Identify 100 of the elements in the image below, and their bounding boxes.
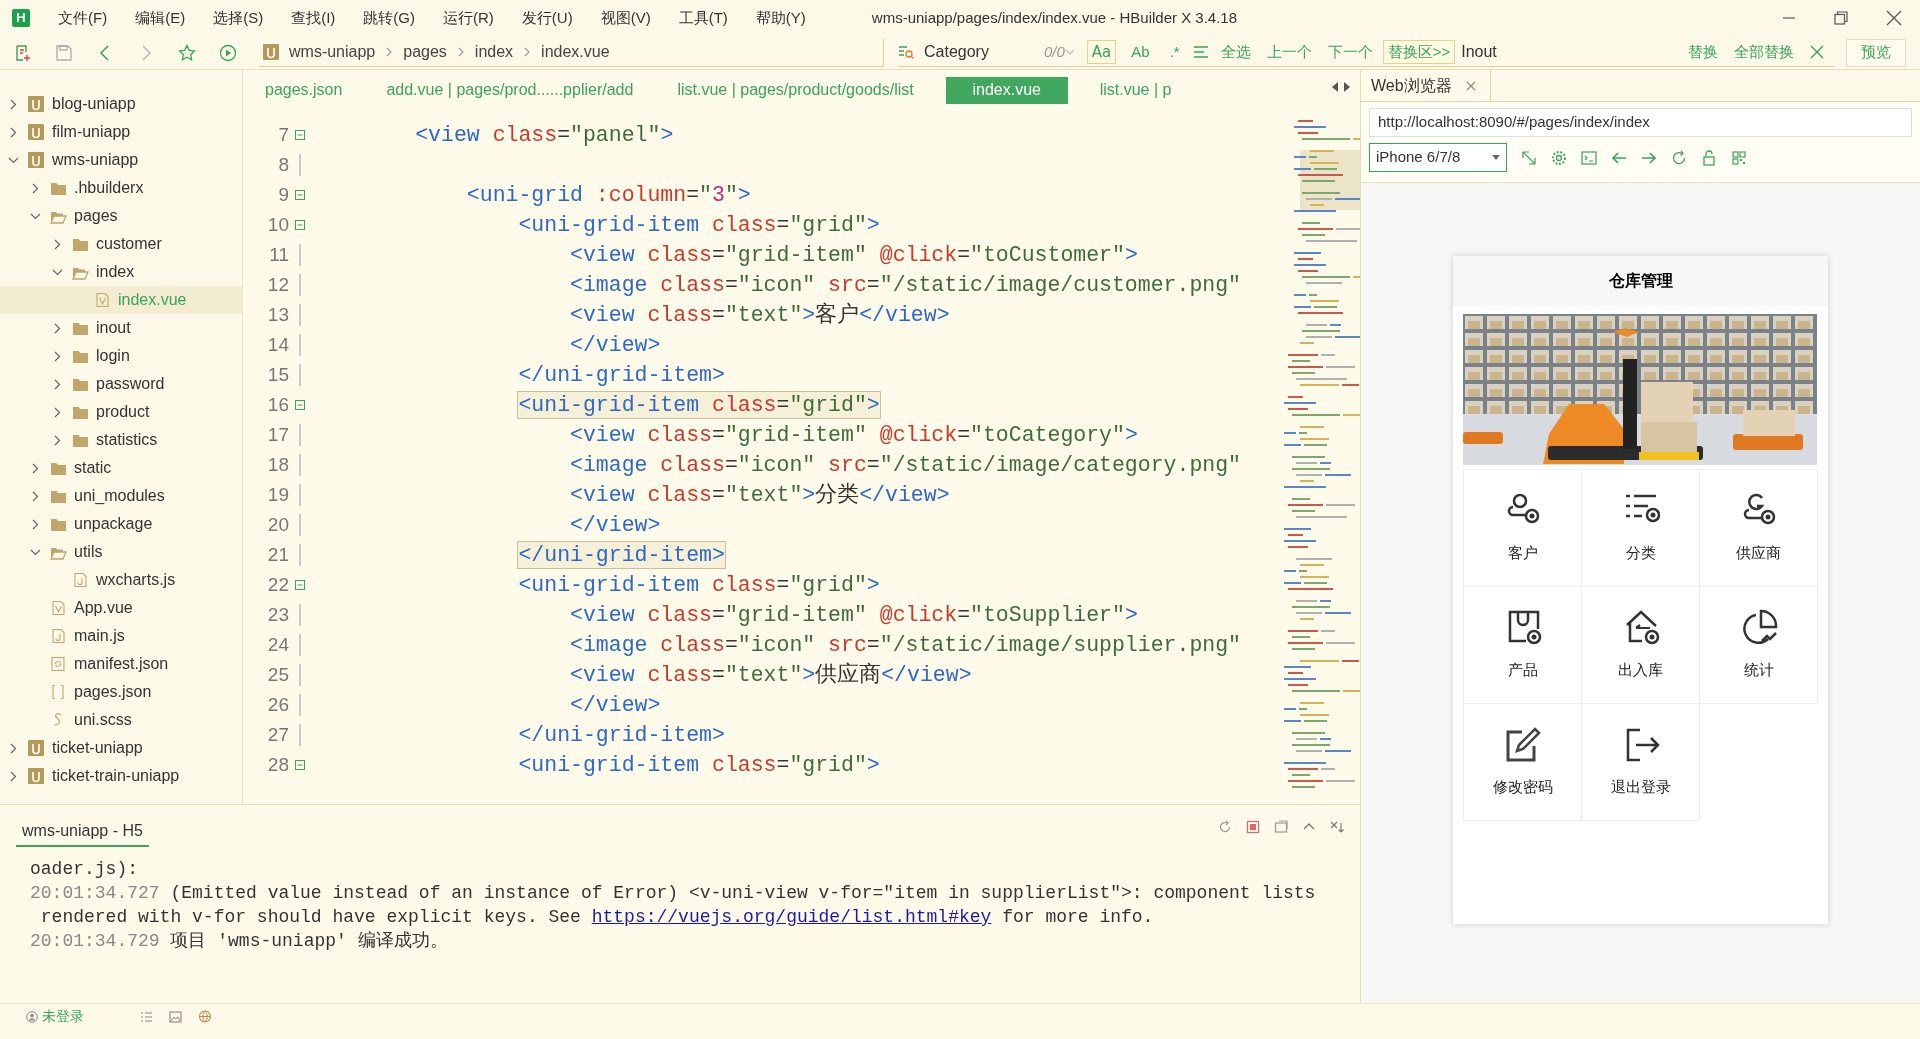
save-icon[interactable] xyxy=(55,43,73,62)
close-panel-icon[interactable] xyxy=(1330,820,1344,834)
tree-item[interactable]: ticket-train-uniapp xyxy=(0,762,242,790)
fold-icon[interactable] xyxy=(295,760,305,770)
menu-item[interactable]: 选择(S) xyxy=(213,6,264,30)
chevron-right-icon[interactable] xyxy=(30,490,41,502)
menu-item[interactable]: 编辑(E) xyxy=(135,6,186,30)
qr-code-icon[interactable] xyxy=(1731,149,1747,166)
tree-item[interactable]: static xyxy=(0,454,242,482)
menu-item[interactable]: 文件(F) xyxy=(58,6,108,30)
clear-icon[interactable] xyxy=(1274,820,1288,834)
window-title: wms-uniapp/pages/index/index.vue - HBuilder X 3.4.18 xyxy=(871,7,1238,28)
menu-item[interactable]: 发行(U) xyxy=(521,6,573,30)
chevron-right-icon[interactable] xyxy=(8,98,19,110)
lock-icon[interactable] xyxy=(1701,149,1717,166)
menu-item[interactable]: 查找(I) xyxy=(291,6,336,30)
tree-item[interactable]: wms-uniapp xyxy=(0,146,242,174)
tree-item[interactable]: film-uniapp xyxy=(0,118,242,146)
url-field[interactable]: http://localhost:8090/#/pages/index/index xyxy=(1369,108,1912,137)
restore-icon[interactable] xyxy=(1834,11,1848,25)
close-icon[interactable] xyxy=(1810,45,1824,59)
tree-item[interactable]: customer xyxy=(0,230,242,258)
tree-item[interactable]: password xyxy=(0,370,242,398)
breadcrumb-item[interactable]: index xyxy=(474,40,514,64)
refresh-icon[interactable] xyxy=(1671,149,1687,166)
scroll-left-icon[interactable] xyxy=(1332,82,1338,92)
chevron-right-icon[interactable] xyxy=(30,182,41,194)
new-file-icon[interactable] xyxy=(14,43,32,62)
tree-item[interactable]: product xyxy=(0,398,242,426)
log-line: oader.js): xyxy=(30,858,140,881)
run-icon[interactable] xyxy=(219,43,237,62)
chevron-right-icon[interactable] xyxy=(30,518,41,530)
tree-item[interactable]: login xyxy=(0,342,242,370)
menu-item[interactable]: 运行(R) xyxy=(443,6,494,30)
log-link[interactable]: https://vuejs.org/guide/list.html#key xyxy=(591,907,992,927)
tree-item[interactable]: index xyxy=(0,258,242,286)
grid-item[interactable]: 修改密码 xyxy=(1463,703,1582,821)
project-icon xyxy=(28,740,44,756)
image-icon[interactable] xyxy=(169,1010,182,1023)
menu-item[interactable]: 跳转(G) xyxy=(363,6,415,30)
grid-item[interactable]: 客户 xyxy=(1463,469,1582,587)
chevron-right-icon[interactable] xyxy=(30,462,41,474)
tree-item[interactable]: pages.json xyxy=(0,678,242,706)
tree-item[interactable]: uni_modules xyxy=(0,482,242,510)
search-field[interactable]: Category xyxy=(924,40,1044,64)
forward-arrow-icon[interactable] xyxy=(1641,149,1657,166)
close-icon[interactable] xyxy=(1886,10,1902,26)
chevron-right-icon[interactable] xyxy=(8,126,19,138)
chevron-right-icon[interactable] xyxy=(52,350,63,362)
chevron-right-icon[interactable] xyxy=(52,322,63,334)
tree-item[interactable]: uni.scss xyxy=(0,706,242,734)
browser-tab[interactable]: Web浏览器 xyxy=(1361,70,1491,102)
tree-item[interactable]: statistics xyxy=(0,426,242,454)
fold-icon[interactable] xyxy=(295,580,305,590)
grid-item[interactable]: 供应商 xyxy=(1699,469,1818,587)
tree-item[interactable]: App.vue xyxy=(0,594,242,622)
scroll-right-icon[interactable] xyxy=(1344,82,1350,92)
globe-icon[interactable] xyxy=(198,1010,212,1023)
close-icon[interactable] xyxy=(1465,80,1476,91)
restart-icon[interactable] xyxy=(1218,820,1232,834)
tree-item[interactable]: ticket-uniapp xyxy=(0,734,242,762)
resize-icon[interactable] xyxy=(1521,149,1537,166)
fold-icon[interactable] xyxy=(295,400,305,410)
device-select[interactable]: iPhone 6/7/8 xyxy=(1369,143,1507,172)
tree-item[interactable]: pages xyxy=(0,202,242,230)
chevron-right-icon[interactable] xyxy=(52,406,63,418)
tree-item[interactable]: inout xyxy=(0,314,242,342)
chevron-right-icon[interactable] xyxy=(8,770,19,782)
replace-field[interactable]: Inout xyxy=(1461,40,1572,64)
star-icon[interactable] xyxy=(178,43,196,62)
console-tab[interactable]: wms-uniapp - H5 xyxy=(16,817,149,847)
tree-item[interactable]: blog-uniapp xyxy=(0,90,242,118)
settings-icon[interactable] xyxy=(1551,149,1567,166)
tree-item[interactable]: main.js xyxy=(0,622,242,650)
tree-item[interactable]: .hbuilderx xyxy=(0,174,242,202)
align-icon[interactable] xyxy=(1192,44,1209,60)
breadcrumb-item[interactable]: index.vue xyxy=(541,40,610,64)
menu-item[interactable]: 帮助(Y) xyxy=(755,6,806,30)
stop-icon[interactable] xyxy=(1246,820,1260,834)
terminal-icon[interactable] xyxy=(1581,149,1597,166)
user-icon xyxy=(26,1010,38,1023)
menu-item[interactable]: 视图(V) xyxy=(600,6,651,30)
breadcrumb-item[interactable]: pages xyxy=(403,40,447,64)
tree-item[interactable]: wxcharts.js xyxy=(0,566,242,594)
chevron-right-icon[interactable] xyxy=(52,434,63,446)
breadcrumb-item[interactable]: wms-uniapp xyxy=(289,40,376,64)
list-icon[interactable] xyxy=(140,1010,153,1023)
tree-item[interactable]: manifest.json xyxy=(0,650,242,678)
chevron-right-icon[interactable] xyxy=(8,742,19,754)
grid-item[interactable]: 退出登录 xyxy=(1581,703,1700,821)
chevron-right-icon[interactable] xyxy=(52,238,63,250)
fold-icon[interactable] xyxy=(295,220,305,230)
fold-icon[interactable] xyxy=(295,190,305,200)
back-arrow-icon[interactable] xyxy=(1611,149,1627,166)
grid-item[interactable]: 统计 xyxy=(1699,586,1818,704)
tree-item[interactable]: utils xyxy=(0,538,242,566)
fold-icon[interactable] xyxy=(295,130,305,140)
menu-item[interactable]: 工具(T) xyxy=(678,6,728,30)
chevron-right-icon[interactable] xyxy=(52,378,63,390)
tree-item[interactable]: unpackage xyxy=(0,510,242,538)
